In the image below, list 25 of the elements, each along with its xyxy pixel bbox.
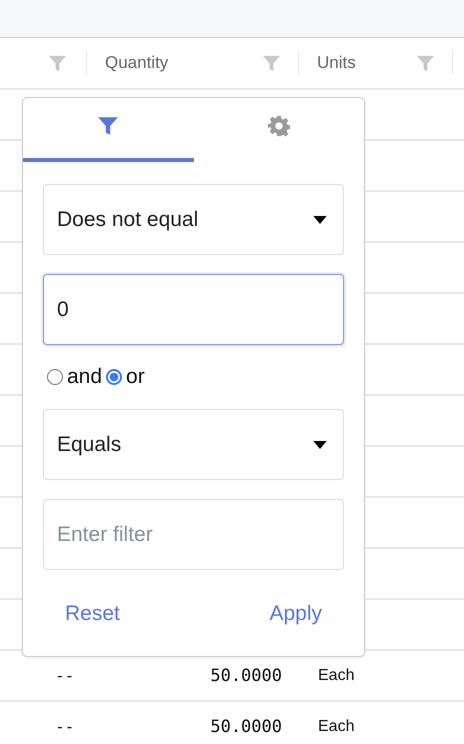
radio-button[interactable] — [106, 369, 122, 385]
filter-icon[interactable] — [262, 54, 281, 72]
table-cell: 50.0000 — [210, 716, 282, 736]
table-cell: Each — [318, 666, 354, 684]
filter-icon[interactable] — [48, 54, 67, 72]
condition-select[interactable]: Does not equal — [43, 184, 344, 255]
filter-value-field[interactable]: Enter filter — [43, 499, 344, 570]
filter-icon[interactable] — [416, 54, 435, 72]
column-header[interactable]: Quantity — [105, 53, 262, 73]
column-header[interactable]: Units — [317, 53, 416, 73]
table-cell: -- — [55, 666, 74, 685]
table-cell: -- — [55, 717, 74, 736]
radio-label: or — [126, 365, 145, 389]
radio-button[interactable] — [47, 369, 63, 385]
table-cell: Each — [318, 718, 354, 734]
condition-select[interactable]: Equals — [43, 409, 344, 480]
table-cell: 50.0000 — [210, 666, 282, 686]
radio-label: and — [67, 365, 102, 389]
apply-button[interactable]: Apply — [249, 598, 342, 630]
filter-value-field[interactable]: 0 — [43, 274, 344, 345]
caret-icon — [313, 440, 327, 448]
settings-icon — [268, 115, 290, 137]
filter-icon — [97, 115, 120, 137]
caret-icon — [313, 216, 327, 224]
reset-button[interactable]: Reset — [45, 598, 140, 630]
